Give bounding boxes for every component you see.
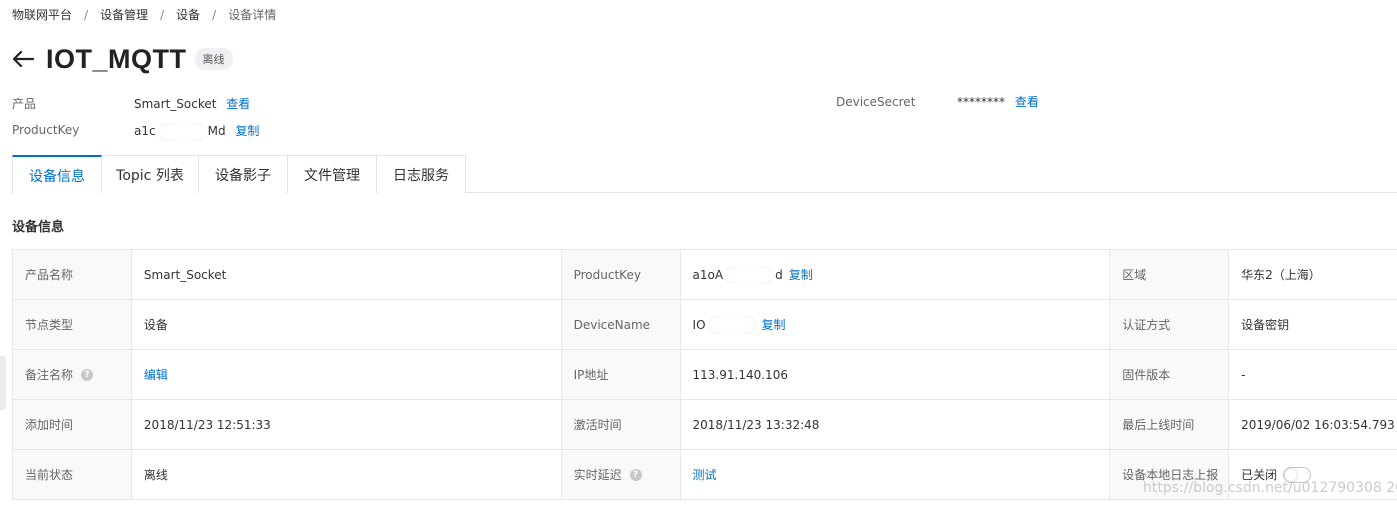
devicename-copy-button[interactable]: 复制 bbox=[762, 316, 786, 333]
redacted-mask bbox=[706, 315, 757, 334]
meta-productkey-value-group: a1c Md 复制 bbox=[134, 122, 259, 141]
value-productkey: a1oA d 复制 bbox=[681, 250, 1111, 299]
label-region: 区域 bbox=[1110, 250, 1230, 299]
breadcrumb-devices[interactable]: 设备 bbox=[176, 6, 200, 23]
meta-secret-value: ******** bbox=[957, 95, 1005, 109]
meta-productkey-prefix: a1c bbox=[134, 124, 156, 138]
breadcrumb-device-detail: 设备详情 bbox=[228, 8, 277, 22]
label-current-status: 当前状态 bbox=[13, 450, 132, 499]
value-last-online-time: 2019/06/02 16:03:54.793 bbox=[1229, 400, 1397, 449]
device-info-table: 产品名称 Smart_Socket ProductKey a1oA d 复制 区域… bbox=[12, 249, 1397, 500]
label-productkey: ProductKey bbox=[561, 250, 681, 299]
redacted-mask bbox=[156, 122, 207, 141]
edit-remark-link[interactable]: 编辑 bbox=[144, 366, 168, 383]
side-drawer-handle[interactable] bbox=[0, 356, 6, 410]
meta-devicesecret: DeviceSecret ******** 查看 bbox=[836, 95, 1039, 109]
value-realtime-latency: 测试 bbox=[681, 450, 1111, 499]
tab-log-service[interactable]: 日志服务 bbox=[376, 155, 466, 193]
value-activated-time: 2018/11/23 13:32:48 bbox=[681, 400, 1111, 449]
meta-product: 产品 Smart_Socket 查看 bbox=[12, 95, 250, 112]
breadcrumb-device-management[interactable]: 设备管理 bbox=[100, 6, 148, 23]
value-auth-method: 设备密钥 bbox=[1229, 300, 1397, 349]
productkey-copy-link[interactable]: 复制 bbox=[235, 124, 259, 138]
help-icon[interactable]: ? bbox=[629, 468, 642, 481]
label-activated-time: 激活时间 bbox=[561, 400, 681, 449]
label-firmware-version: 固件版本 bbox=[1110, 350, 1230, 399]
tab-bar: 设备信息 Topic 列表 设备影子 文件管理 日志服务 bbox=[12, 155, 1397, 194]
realtime-latency-text: 实时延迟 bbox=[573, 468, 622, 482]
test-latency-link[interactable]: 测试 bbox=[693, 466, 717, 483]
page-title: IOT_MQTT bbox=[46, 43, 187, 74]
value-current-status: 离线 bbox=[132, 450, 562, 499]
productkey-suffix: d bbox=[775, 267, 783, 282]
value-added-time: 2018/11/23 12:51:33 bbox=[132, 400, 562, 449]
label-auth-method: 认证方式 bbox=[1110, 300, 1230, 349]
meta-product-value-group: Smart_Socket 查看 bbox=[134, 95, 250, 112]
breadcrumb-separator: / bbox=[84, 7, 89, 22]
section-title: 设备信息 bbox=[12, 220, 65, 235]
table-row: 备注名称 ? 编辑 IP地址 113.91.140.106 固件版本 - bbox=[13, 350, 1397, 400]
back-arrow-icon[interactable] bbox=[10, 46, 36, 72]
value-node-type: 设备 bbox=[132, 300, 562, 349]
redacted-mask bbox=[724, 265, 775, 284]
breadcrumb-separator: / bbox=[160, 7, 165, 22]
label-node-type: 节点类型 bbox=[13, 300, 132, 349]
tab-topic-list[interactable]: Topic 列表 bbox=[101, 155, 199, 193]
breadcrumb-iot-platform[interactable]: 物联网平台 bbox=[12, 6, 72, 23]
tab-file-management[interactable]: 文件管理 bbox=[287, 155, 377, 193]
label-last-online-time: 最后上线时间 bbox=[1110, 400, 1230, 449]
value-devicename: IO 复制 bbox=[681, 300, 1111, 349]
tab-device-info[interactable]: 设备信息 bbox=[12, 155, 102, 194]
meta-secret-value-group: ******** 查看 bbox=[957, 93, 1039, 110]
meta-secret-label: DeviceSecret bbox=[836, 95, 916, 109]
breadcrumb: 物联网平台 / 设备管理 / 设备 / 设备详情 bbox=[12, 6, 276, 23]
meta-productkey-suffix: Md bbox=[207, 124, 226, 138]
devicename-prefix: IO bbox=[692, 317, 706, 332]
title-row: IOT_MQTT 离线 bbox=[10, 40, 233, 78]
meta-productkey-label: ProductKey bbox=[12, 123, 80, 137]
meta-productkey: ProductKey a1c Md 复制 bbox=[12, 122, 259, 141]
label-realtime-latency: 实时延迟 ? bbox=[561, 450, 681, 499]
value-remark-name: 编辑 bbox=[132, 350, 562, 399]
label-added-time: 添加时间 bbox=[13, 400, 132, 449]
breadcrumb-separator: / bbox=[212, 7, 217, 22]
remark-name-text: 备注名称 bbox=[25, 368, 74, 382]
meta-product-label: 产品 bbox=[12, 97, 37, 111]
value-ip-address: 113.91.140.106 bbox=[681, 350, 1111, 399]
tab-device-shadow[interactable]: 设备影子 bbox=[198, 155, 288, 193]
label-remark-name: 备注名称 ? bbox=[13, 350, 132, 399]
product-view-link[interactable]: 查看 bbox=[226, 97, 250, 111]
secret-view-link[interactable]: 查看 bbox=[1015, 95, 1039, 109]
value-product-name: Smart_Socket bbox=[132, 250, 562, 299]
watermark: https://blog.csdn.net/u012790308 26 bbox=[1143, 480, 1397, 496]
meta-product-value: Smart_Socket bbox=[134, 97, 217, 111]
table-row: 添加时间 2018/11/23 12:51:33 激活时间 2018/11/23… bbox=[13, 400, 1397, 450]
label-product-name: 产品名称 bbox=[13, 250, 132, 299]
status-badge: 离线 bbox=[194, 48, 233, 70]
table-row: 节点类型 设备 DeviceName IO 复制 认证方式 设备密钥 bbox=[13, 300, 1397, 350]
productkey-prefix: a1oA bbox=[692, 267, 724, 282]
value-region: 华东2（上海） bbox=[1229, 250, 1397, 299]
help-icon[interactable]: ? bbox=[81, 368, 94, 381]
value-firmware-version: - bbox=[1229, 350, 1397, 399]
productkey-copy-button[interactable]: 复制 bbox=[789, 266, 813, 283]
table-row: 产品名称 Smart_Socket ProductKey a1oA d 复制 区域… bbox=[13, 250, 1397, 300]
label-devicename: DeviceName bbox=[561, 300, 681, 349]
label-ip-address: IP地址 bbox=[561, 350, 681, 399]
